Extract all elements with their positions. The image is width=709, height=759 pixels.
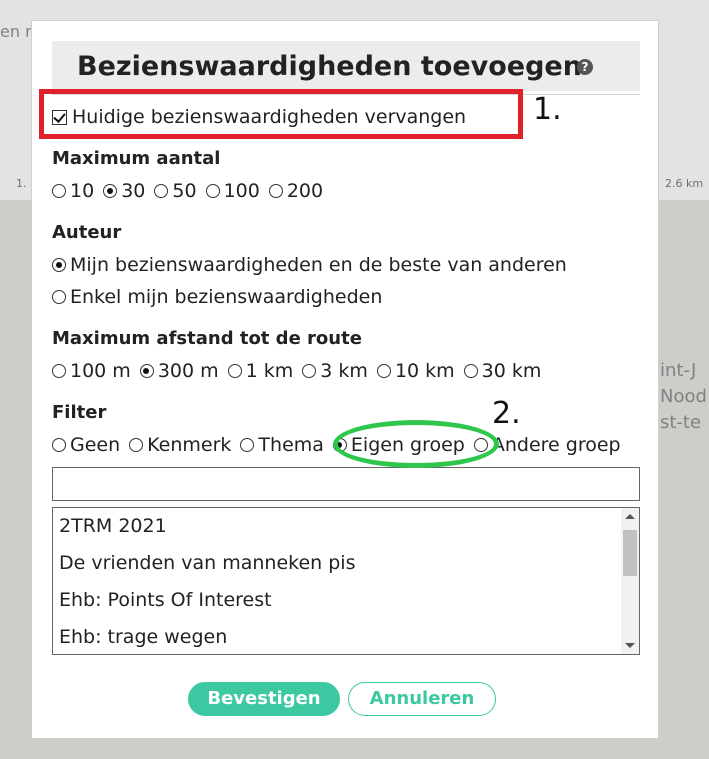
radio-icon (52, 438, 66, 452)
group-search-input[interactable] (52, 467, 640, 501)
radio-icon (376, 364, 391, 378)
distance-option-1km[interactable]: 1 km (227, 360, 293, 382)
radio-icon (227, 364, 242, 378)
radio-icon (52, 290, 66, 304)
max-distance-label: Maximum afstand tot de route (52, 328, 362, 349)
scroll-thumb[interactable] (623, 530, 637, 576)
filter-option-kenmerk[interactable]: Kenmerk (129, 434, 231, 456)
radio-icon (463, 364, 478, 378)
annotation-highlight-red (39, 89, 523, 139)
confirm-button[interactable]: Bevestigen (188, 682, 340, 716)
annotation-step-1: 1. (533, 92, 562, 127)
distance-option-3km[interactable]: 3 km (302, 360, 368, 382)
list-item[interactable]: Ehb: Points Of Interest (53, 582, 639, 619)
group-listbox[interactable]: 2TRM 2021 De vrienden van manneken pis E… (52, 507, 640, 655)
cancel-button[interactable]: Annuleren (348, 682, 496, 716)
radio-icon (205, 184, 220, 198)
list-item[interactable]: De vrienden van manneken pis (53, 545, 639, 582)
distance-option-10km[interactable]: 10 km (376, 360, 455, 382)
author-option-mine-and-best[interactable]: Mijn bezienswaardigheden en de beste van… (52, 254, 567, 276)
distance-option-100m[interactable]: 100 m (52, 360, 131, 382)
radio-icon (52, 258, 66, 272)
radio-icon (268, 184, 283, 198)
scroll-down-icon[interactable] (625, 643, 635, 648)
max-count-group: 10 30 50 100 200 (52, 180, 332, 202)
radio-icon (302, 364, 317, 378)
max-count-option-100[interactable]: 100 (205, 180, 260, 202)
annotation-step-2: 2. (492, 396, 521, 431)
help-icon[interactable]: ? (577, 59, 593, 75)
max-distance-group: 100 m 300 m 1 km 3 km 10 km 30 km (52, 360, 550, 382)
listbox-scrollbar[interactable] (621, 508, 639, 654)
radio-icon (240, 438, 255, 452)
filter-label: Filter (52, 402, 107, 423)
radio-icon (139, 364, 154, 378)
list-item[interactable]: 2TRM 2021 (53, 508, 639, 545)
radio-icon (103, 184, 118, 198)
radio-icon (52, 184, 66, 198)
list-item[interactable]: Ehb: trage wegen (53, 619, 639, 654)
distance-option-300m[interactable]: 300 m (139, 360, 219, 382)
author-option-mine-only[interactable]: Enkel mijn bezienswaardigheden (52, 286, 382, 308)
annotation-highlight-green (333, 420, 499, 468)
radio-icon (129, 438, 144, 452)
filter-option-thema[interactable]: Thema (240, 434, 324, 456)
author-label: Auteur (52, 222, 122, 243)
distance-option-30km[interactable]: 30 km (463, 360, 541, 382)
max-count-option-200[interactable]: 200 (268, 180, 323, 202)
filter-option-geen[interactable]: Geen (52, 434, 120, 456)
radio-icon (52, 364, 66, 378)
max-count-label: Maximum aantal (52, 148, 221, 169)
radio-icon (154, 184, 169, 198)
max-count-option-30[interactable]: 30 (103, 180, 145, 202)
dialog-title: Bezienswaardigheden toevoegen (77, 51, 582, 82)
max-count-option-50[interactable]: 50 (154, 180, 197, 202)
scroll-up-icon[interactable] (625, 514, 635, 519)
max-count-option-10[interactable]: 10 (52, 180, 94, 202)
